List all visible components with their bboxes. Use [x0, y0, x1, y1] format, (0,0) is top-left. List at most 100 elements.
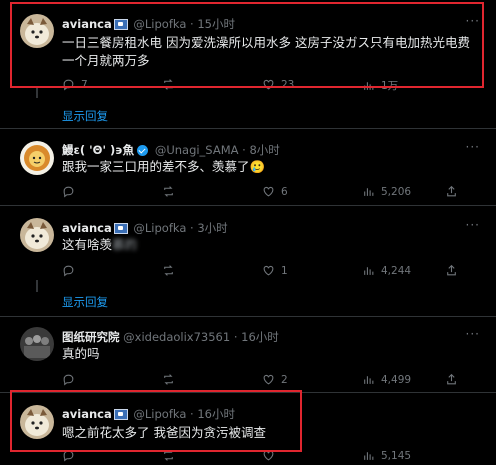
more-icon[interactable]: ··· — [466, 218, 480, 232]
tweet-text: 跟我一家三口用的差不多、羡慕了🥲 — [62, 159, 266, 174]
avatar[interactable] — [20, 141, 54, 175]
retweet-button[interactable] — [162, 264, 181, 277]
share-icon[interactable] — [445, 185, 458, 198]
action-bar: 6 5,206 — [62, 185, 482, 201]
retweet-icon — [164, 265, 173, 276]
retweet-button[interactable] — [162, 78, 181, 91]
retweet-button[interactable] — [162, 373, 181, 386]
tweet-header: avianca @Lipofka · 15小时 — [62, 16, 235, 32]
like-button[interactable]: 23 — [262, 78, 294, 91]
handle[interactable]: @Unagi_SAMA — [155, 143, 239, 157]
more-icon[interactable]: ··· — [466, 327, 480, 341]
views-button[interactable]: 4,499 — [362, 373, 411, 386]
timestamp[interactable]: 3小时 — [197, 221, 227, 235]
views-button[interactable]: 5,145 — [362, 449, 411, 462]
display-name[interactable]: 图纸研究院 — [62, 330, 120, 344]
share-icon[interactable] — [445, 264, 458, 277]
views-icon — [364, 188, 374, 196]
views-count: 4,244 — [381, 264, 412, 277]
like-button[interactable]: 1 — [262, 264, 288, 277]
reply-button[interactable] — [62, 373, 81, 386]
views-button[interactable]: 5,206 — [362, 185, 411, 198]
separator-dot: · — [190, 407, 194, 421]
reply-icon — [63, 265, 74, 277]
reply-button[interactable] — [62, 185, 81, 198]
tweet-5[interactable]: avianca @Lipofka · 16小时 嗯之前花太多了 我爸因为贪污被调… — [0, 393, 496, 462]
like-count: 2 — [281, 373, 288, 386]
views-button[interactable]: 1万 — [362, 78, 398, 93]
like-button[interactable]: 2 — [262, 373, 288, 386]
action-bar: 5,145 — [62, 449, 482, 465]
action-bar: 1 4,244 — [62, 264, 482, 280]
handle[interactable]: @xidedaolix73561 — [123, 330, 230, 344]
views-icon — [364, 376, 374, 384]
tweet-text-blurred: 慕的 — [112, 237, 138, 252]
avatar[interactable] — [20, 405, 54, 439]
show-replies-link[interactable]: 显示回复 — [62, 108, 108, 124]
reply-button[interactable]: 7 — [62, 78, 88, 91]
tweet-2[interactable]: 鰻ε( 'Θ' )϶魚 @Unagi_SAMA · 8小时 ··· 跟我一家三口… — [0, 129, 496, 199]
like-count: 1 — [281, 264, 288, 277]
retweet-button[interactable] — [162, 449, 181, 462]
views-button[interactable]: 4,244 — [362, 264, 411, 277]
flag-icon — [113, 19, 128, 30]
display-name[interactable]: 鰻ε( 'Θ' )϶魚 — [62, 143, 134, 157]
display-name[interactable]: avianca — [62, 407, 112, 421]
timestamp[interactable]: 8小时 — [249, 143, 279, 157]
tweet-1[interactable]: avianca @Lipofka · 15小时 ··· 一日三餐房租水电 因为爱… — [0, 0, 496, 92]
display-name[interactable]: avianca — [62, 17, 112, 31]
more-icon[interactable]: ··· — [466, 14, 480, 28]
avatar[interactable] — [20, 218, 54, 252]
share-icon[interactable] — [445, 373, 458, 386]
views-icon — [364, 267, 374, 275]
retweet-button[interactable] — [162, 185, 181, 198]
shiba-avatar-icon — [20, 218, 54, 252]
display-name[interactable]: avianca — [62, 221, 112, 235]
like-button[interactable]: 6 — [262, 185, 288, 198]
like-count: 23 — [281, 78, 295, 91]
more-icon[interactable]: ··· — [466, 140, 480, 154]
shiba-avatar-icon — [20, 14, 54, 48]
handle[interactable]: @Lipofka — [133, 17, 186, 31]
handle[interactable]: @Lipofka — [133, 221, 186, 235]
avatar[interactable] — [20, 327, 54, 361]
like-button[interactable] — [262, 449, 281, 462]
tweet-header: 图纸研究院 @xidedaolix73561 · 16小时 — [62, 329, 279, 345]
views-icon — [364, 82, 374, 90]
tweet-text: 一日三餐房租水电 因为爱洗澡所以用水多 这房子没ガス只有电加热光电费一个月就两万… — [62, 35, 470, 68]
tweet-3[interactable]: avianca @Lipofka · 3小时 ··· 这有啥羡慕的 1 4,24… — [0, 206, 496, 286]
separator-dot: · — [242, 143, 246, 157]
timestamp[interactable]: 16小时 — [197, 407, 235, 421]
tweet-header: 鰻ε( 'Θ' )϶魚 @Unagi_SAMA · 8小时 — [62, 142, 280, 158]
views-count: 5,206 — [381, 185, 412, 198]
views-icon — [364, 452, 374, 460]
heart-icon — [263, 265, 274, 276]
action-bar: 7 23 1万 — [62, 78, 482, 94]
reply-icon — [63, 450, 74, 462]
group-photo-avatar-icon — [20, 327, 54, 361]
retweet-icon — [164, 79, 173, 90]
handle[interactable]: @Lipofka — [133, 407, 186, 421]
heart-icon — [263, 450, 274, 461]
separator-dot: · — [233, 330, 238, 344]
heart-icon — [263, 186, 274, 197]
timestamp[interactable]: 16小时 — [241, 330, 279, 344]
flag-icon — [113, 223, 128, 234]
reply-button[interactable] — [62, 449, 81, 462]
views-count: 1万 — [381, 80, 399, 92]
avatar[interactable] — [20, 14, 54, 48]
verified-badge-icon — [137, 145, 149, 156]
tweet-text: 这有啥羡慕的 — [62, 236, 482, 254]
tweet-text: 真的吗 — [62, 346, 100, 361]
timestamp[interactable]: 15小时 — [197, 17, 235, 31]
tweet-4[interactable]: 图纸研究院 @xidedaolix73561 · 16小时 ··· 真的吗 2 … — [0, 317, 496, 391]
heart-icon — [263, 374, 274, 385]
tweet-text: 嗯之前花太多了 我爸因为贪污被调查 — [62, 425, 266, 440]
reply-icon — [63, 79, 74, 91]
show-replies-link[interactable]: 显示回复 — [62, 294, 108, 310]
views-count: 4,499 — [381, 373, 412, 386]
retweet-icon — [164, 186, 173, 197]
retweet-icon — [164, 374, 173, 385]
shiba-avatar-icon — [20, 405, 54, 439]
reply-button[interactable] — [62, 264, 81, 277]
